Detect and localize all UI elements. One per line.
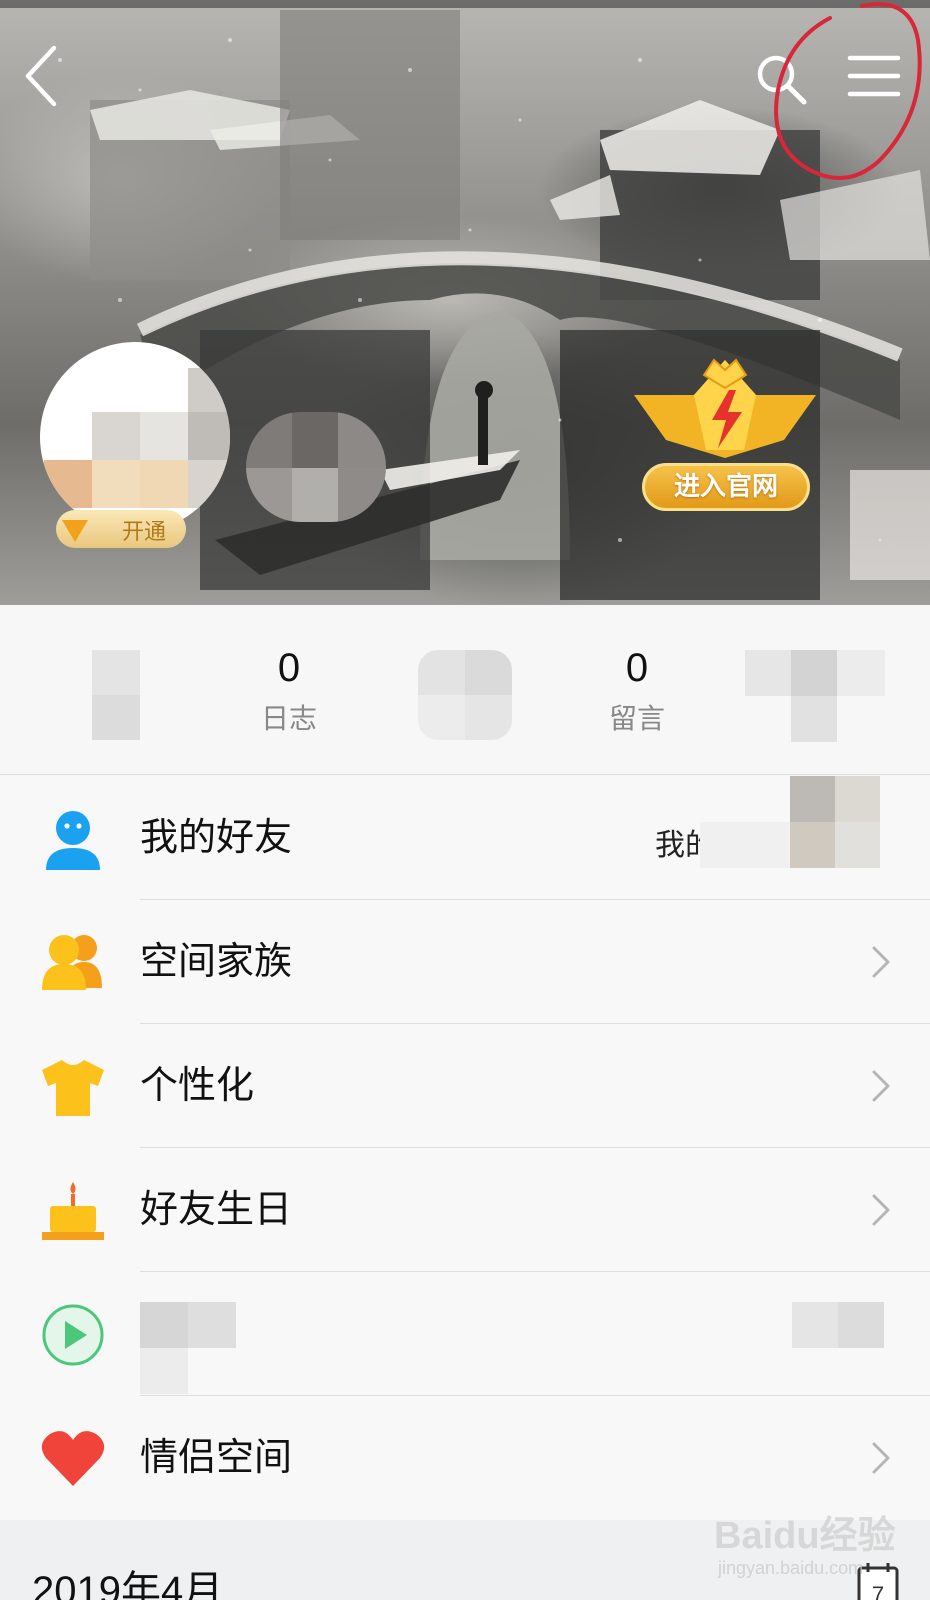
user-avatar[interactable] (40, 342, 230, 532)
menu-item-personalization[interactable]: 个性化 (0, 1024, 930, 1148)
tshirt-icon (42, 1060, 104, 1116)
menu-item-label: 个性化 (140, 1063, 255, 1107)
chevron-right-icon (872, 1070, 890, 1102)
menu-item-label: 我的好友 (140, 815, 293, 859)
heart-icon (41, 1431, 105, 1486)
chevron-right-icon (872, 946, 890, 978)
profile-header: 开通 进入官网 (0, 0, 930, 605)
chevron-right-icon (872, 1194, 890, 1226)
chevron-left-icon (25, 45, 57, 107)
timeline-month-title: 2019年4月 (32, 1569, 224, 1600)
search-button[interactable] (752, 50, 812, 110)
official-site-button[interactable]: 进入官网 (642, 463, 810, 511)
menu-item-label: 好友生日 (140, 1187, 293, 1231)
stat-diary-label: 日志 (260, 702, 317, 735)
stat-redacted-2[interactable] (418, 650, 512, 740)
menu-item-redacted-video[interactable] (0, 1272, 930, 1396)
vip-open-tag[interactable]: 开通 (56, 510, 186, 548)
stat-diary[interactable]: 0 日志 (219, 645, 359, 737)
calendar-icon[interactable]: 7 (856, 1562, 900, 1600)
family-icon (42, 935, 102, 990)
stat-messages-count: 0 (625, 646, 649, 690)
stats-bar: 0 日志 0 留言 (0, 605, 930, 775)
nickname-redacted (246, 412, 386, 522)
stat-messages-label: 留言 (608, 702, 665, 735)
stat-redacted-3[interactable] (745, 650, 885, 742)
more-menu-button[interactable] (846, 50, 906, 102)
menu-item-friends-birthday[interactable]: 好友生日 (0, 1148, 930, 1272)
menu-item-label: 情侣空间 (140, 1435, 293, 1479)
stat-messages[interactable]: 0 留言 (567, 645, 707, 737)
feature-menu-list: 我的好友 我的 空间家族 个性化 好友生日 情侣空间 (0, 776, 930, 1520)
menu-item-my-friends[interactable]: 我的好友 我的 (0, 776, 930, 900)
diamond-icon (62, 520, 88, 542)
menu-item-label: 空间家族 (140, 939, 293, 983)
menu-right-redacted (792, 1302, 884, 1348)
back-button[interactable] (18, 40, 78, 110)
stat-diary-count: 0 (277, 646, 301, 690)
chevron-right-icon (872, 1442, 890, 1474)
timeline-date-header: 2019年4月 7 (0, 1520, 930, 1600)
birthday-cake-icon (42, 1182, 104, 1240)
person-icon (46, 811, 100, 870)
stat-redacted-1[interactable] (92, 650, 140, 740)
menu-item-space-family[interactable]: 空间家族 (0, 900, 930, 1024)
menu-label-redacted (140, 1302, 236, 1394)
calendar-day-text: 7 (872, 1582, 884, 1600)
menu-item-couple-space[interactable]: 情侣空间 (0, 1396, 930, 1520)
search-icon (757, 55, 807, 105)
vip-tag-label: 开通 (122, 520, 167, 545)
hamburger-menu-icon (847, 55, 901, 97)
friends-avatar-redacted (700, 776, 880, 868)
play-circle-icon (42, 1304, 104, 1366)
